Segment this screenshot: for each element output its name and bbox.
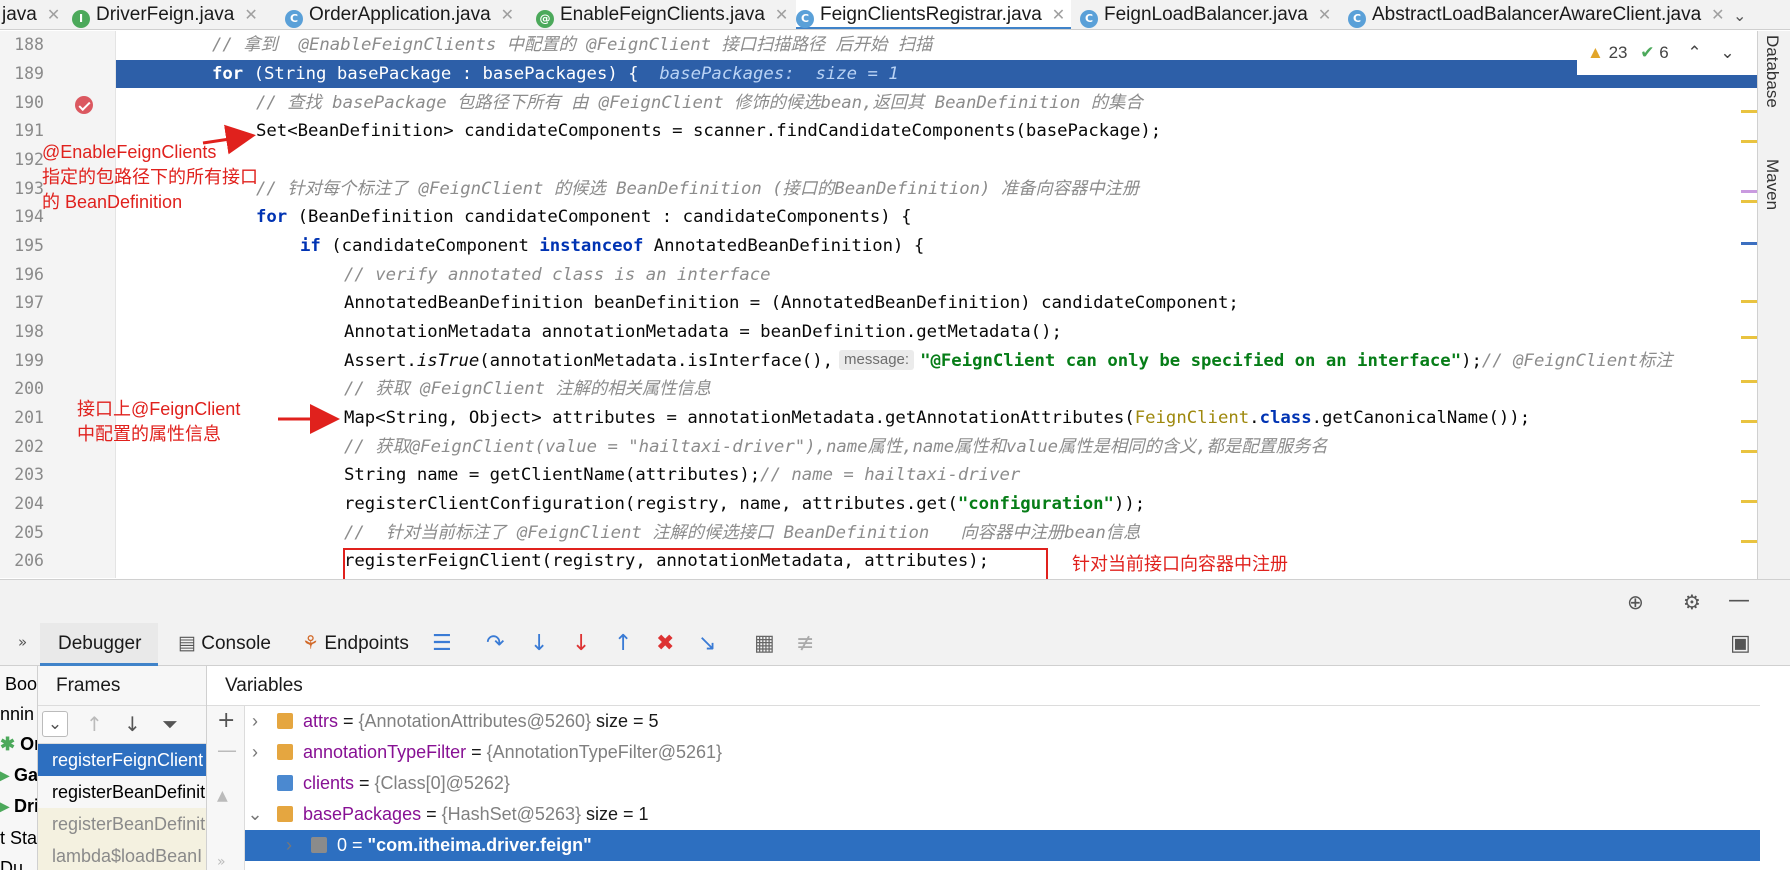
variable-row[interactable]: › annotationTypeFilter = {AnnotationTypeF…	[245, 737, 1760, 768]
variable-name: basePackages	[303, 804, 422, 824]
run-to-cursor-icon[interactable]: ↘	[698, 631, 716, 657]
field-icon	[277, 713, 293, 729]
tree-item[interactable]: g Boo	[0, 674, 37, 695]
expand-arrow-icon[interactable]: ›	[279, 830, 299, 861]
variable-row-selected[interactable]: › 0 = "com.itheima.driver.feign"	[245, 830, 1760, 861]
tree-item-label: Dri	[14, 796, 38, 816]
tree-item[interactable]: ✱ Ord	[0, 734, 37, 755]
endpoints-icon: ⚘	[302, 633, 325, 654]
variables-toolbar: + — ▲ »	[207, 706, 245, 870]
tab-label: Debugger	[58, 633, 142, 654]
variable-value: {Class[0]@5262}	[374, 773, 510, 793]
variable-name: annotationTypeFilter	[303, 742, 467, 762]
arrow-up-icon[interactable]: ↑	[86, 712, 103, 736]
remove-watch-icon[interactable]: —	[217, 738, 237, 762]
more-icon[interactable]: »	[217, 854, 226, 870]
arrow-to-line-191	[202, 124, 256, 155]
collapse-arrow-icon[interactable]: ⌄	[245, 799, 265, 830]
step-into-icon[interactable]: ↓	[530, 631, 548, 657]
force-step-into-icon[interactable]: ↓	[572, 631, 590, 657]
variable-row[interactable]: › attrs = {AnnotationAttributes@5260} siz…	[245, 706, 1760, 737]
debugger-toolbar: » Debugger ▤ Console ⚘ Endpoints ☰ ↷ ↓ ↓…	[0, 623, 1790, 666]
variable-value: {AnnotationAttributes@5260}	[358, 711, 591, 731]
variable-name: attrs	[303, 711, 339, 731]
menu-icon[interactable]: ☰	[432, 631, 452, 657]
frames-panel: Frames ⌄ ↑ ↓ ⏷ registerFeignClient regis…	[38, 666, 207, 870]
layout-icon[interactable]: ▣	[1730, 631, 1751, 657]
frames-toolbar: ⌄ ↑ ↓ ⏷	[38, 706, 206, 744]
tree-item[interactable]: ot Sta	[0, 828, 37, 849]
crosshair-icon[interactable]: ⊕	[1627, 590, 1644, 614]
step-over-icon[interactable]: ↷	[486, 631, 504, 657]
add-watch-icon[interactable]: +	[217, 708, 235, 733]
frame-label: registerBeanDefinit	[52, 782, 206, 802]
variable-value: "com.itheima.driver.feign"	[367, 835, 592, 855]
tab-console[interactable]: ▤ Console	[178, 623, 271, 666]
variable-name: 0	[337, 835, 348, 855]
variables-header: Variables	[207, 666, 1760, 706]
tree-item[interactable]: Du	[0, 858, 23, 870]
variable-extra: size = 1	[586, 804, 649, 824]
run-tree-strip: g Boo unnin ✱ Ord ▸ Ga ▸ Dri ot Sta Du	[0, 666, 38, 870]
tree-item[interactable]: unnin	[0, 704, 34, 725]
tree-item-label: Ord	[20, 734, 37, 754]
frame-label: lambda$loadBeanI	[52, 846, 203, 866]
frames-header: Frames	[38, 666, 206, 706]
frame-label: registerFeignClient	[52, 750, 204, 770]
frame-label: registerBeanDefinit	[52, 814, 206, 834]
step-out-icon[interactable]: ↑	[614, 631, 632, 657]
move-up-icon[interactable]: ▲	[217, 788, 228, 804]
field-icon	[277, 744, 293, 760]
variable-row[interactable]: clients = {Class[0]@5262}	[245, 768, 1760, 799]
console-icon: ▤	[178, 633, 202, 654]
run-icon: ▸	[0, 796, 15, 816]
frame-item[interactable]: registerFeignClient	[38, 744, 206, 776]
tree-item[interactable]: ▸ Ga	[0, 765, 38, 786]
tab-endpoints[interactable]: ⚘ Endpoints	[302, 623, 409, 666]
field-icon	[277, 806, 293, 822]
minimize-icon[interactable]: —	[1728, 588, 1750, 613]
tree-item[interactable]: ▸ Dri	[0, 796, 38, 817]
run-icon: ▸	[0, 765, 15, 785]
frame-item[interactable]: lambda$loadBeanI	[38, 840, 206, 870]
thread-dropdown-icon[interactable]: ⌄	[42, 711, 68, 737]
variable-extra: size = 5	[596, 711, 659, 731]
expand-arrow-icon[interactable]: ›	[245, 706, 265, 737]
gear-icon[interactable]: ⚙	[1683, 590, 1701, 614]
tab-label: Endpoints	[324, 633, 409, 654]
trace-icon[interactable]: ≢	[796, 631, 814, 657]
field-icon	[311, 837, 327, 853]
frame-item[interactable]: registerBeanDefinit	[38, 776, 206, 808]
variable-row[interactable]: ⌄ basePackages = {HashSet@5263} size = 1	[245, 799, 1760, 830]
variables-panel: Variables + — ▲ » › attrs = {AnnotationAt…	[207, 666, 1760, 870]
arrow-down-icon[interactable]: ↓	[124, 712, 141, 736]
tree-item-label: Ga	[14, 765, 38, 785]
frame-item[interactable]: registerBeanDefinit	[38, 808, 206, 840]
tab-label: Console	[201, 633, 271, 654]
drop-frame-icon[interactable]: ✖	[656, 631, 674, 657]
tab-debugger[interactable]: Debugger	[40, 623, 158, 666]
expand-arrow-icon[interactable]: ›	[245, 737, 265, 768]
run-icon: ✱	[0, 734, 21, 754]
tool-window-header: ⊕ ⚙ —	[0, 579, 1790, 623]
variable-value: {HashSet@5263}	[441, 804, 581, 824]
filter-icon[interactable]: ⏷	[162, 712, 178, 736]
variable-name: clients	[303, 773, 355, 793]
array-icon	[277, 775, 293, 791]
evaluate-expression-icon[interactable]: ▦	[754, 631, 775, 657]
chevron-right-icon[interactable]: »	[18, 633, 27, 651]
variable-value: {AnnotationTypeFilter@5261}	[486, 742, 723, 762]
